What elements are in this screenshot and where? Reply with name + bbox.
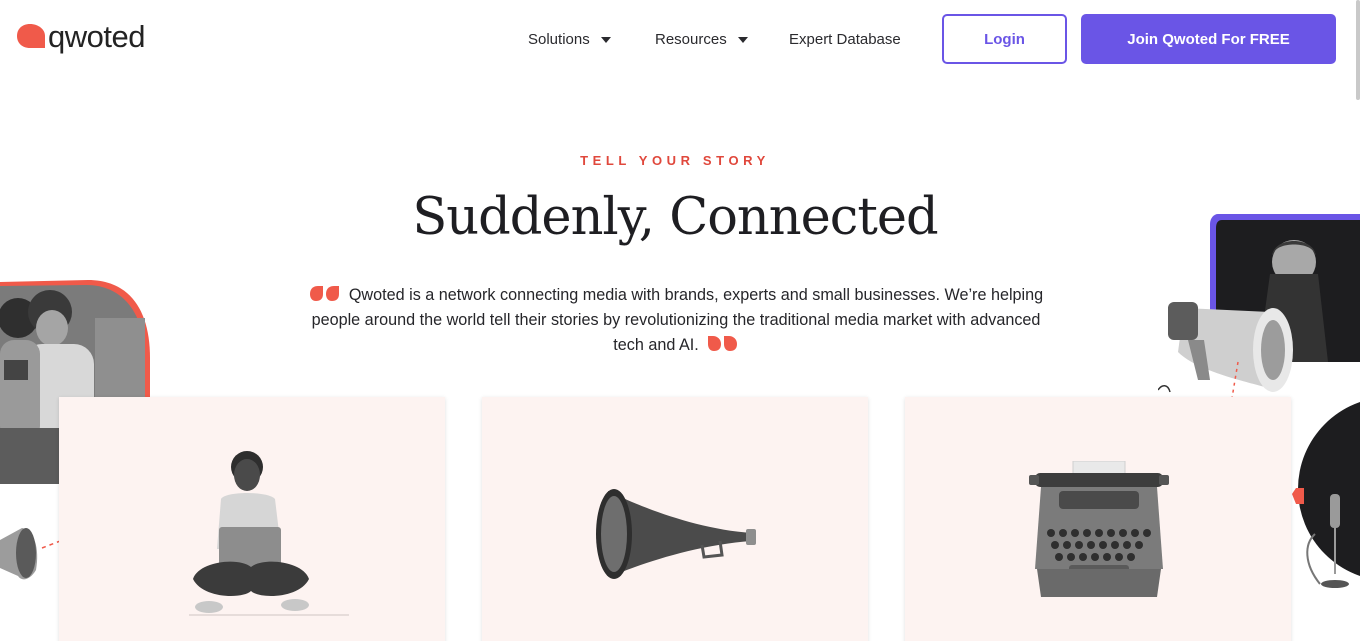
join-free-button[interactable]: Join Qwoted For FREE <box>1081 14 1336 64</box>
login-button[interactable]: Login <box>942 14 1067 64</box>
caret-down-icon <box>737 37 748 43</box>
hero-intro: Qwoted is a network connecting media wit… <box>296 283 1056 358</box>
nav-expert-database[interactable]: Expert Database <box>789 31 901 48</box>
nav-resources[interactable]: Resources <box>655 31 748 48</box>
hero-eyebrow: TELL YOUR STORY <box>580 153 770 168</box>
megaphone-illustration <box>596 489 756 579</box>
hero-intro-text: Qwoted is a network connecting media wit… <box>311 286 1044 354</box>
scrollbar-thumb[interactable] <box>1356 0 1360 100</box>
feature-card-experts[interactable] <box>59 397 445 641</box>
nav-expert-database-label: Expert Database <box>789 31 901 48</box>
site-header: qwoted Solutions Resources Expert Databa… <box>0 0 1360 80</box>
woman-with-laptop-illustration <box>189 451 349 616</box>
typewriter-illustration <box>1029 461 1169 597</box>
caret-down-icon <box>600 37 611 43</box>
microphone-circle-photo <box>1292 402 1360 588</box>
nav-solutions-label: Solutions <box>528 31 590 48</box>
nav-solutions[interactable]: Solutions <box>528 31 611 48</box>
quote-open-icon <box>309 286 339 301</box>
feature-card-stories[interactable] <box>905 397 1291 641</box>
hero-headline: Suddenly, Connected <box>412 188 938 247</box>
logo-wordmark: qwoted <box>48 19 145 54</box>
feature-card-media[interactable] <box>482 397 868 641</box>
nav-resources-label: Resources <box>655 31 727 48</box>
qwoted-logo-icon <box>17 24 45 48</box>
qwoted-logo[interactable]: qwoted <box>16 21 145 52</box>
quote-close-icon <box>707 336 737 351</box>
